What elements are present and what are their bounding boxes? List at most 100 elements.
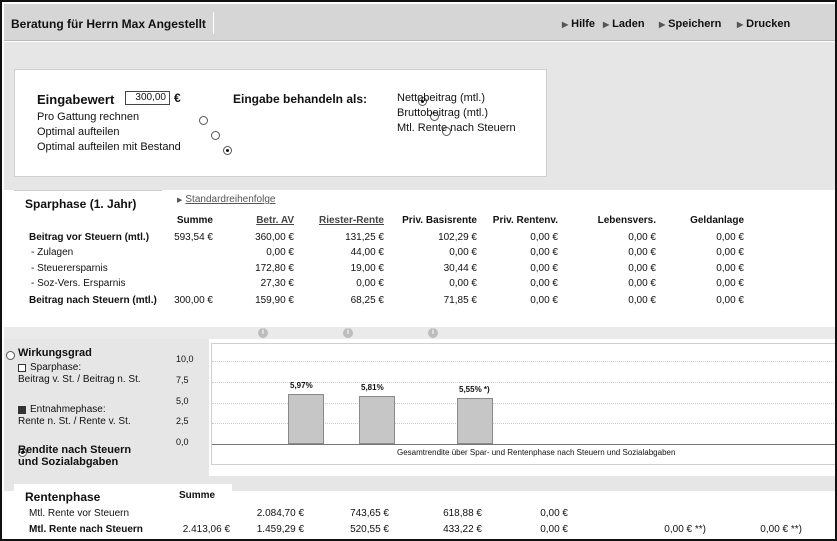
table-cell: 0,00 € [540,508,568,519]
option-rente-nach-steuern-label: Mtl. Rente nach Steuern [397,122,516,134]
table-cell: 300,00 € [174,295,213,306]
sparphase-title: Sparphase (1. Jahr) [25,197,137,211]
bar-betr-av [288,394,324,444]
option-bruttobeitrag-label: Bruttobeitrag (mtl.) [397,107,489,119]
info-icon[interactable]: i [428,328,438,338]
bar-riester-rente [359,395,395,444]
radio-optimal-bestand[interactable] [223,145,233,155]
load-button[interactable]: ▶ Laden [603,18,645,30]
sparphase-option-label: Sparphase: [30,362,82,373]
table-cell: 172,80 € [255,263,294,274]
bar-priv-basisrente [457,397,493,444]
header-riester[interactable]: Riester-Rente [305,215,384,226]
table-cell: 0,00 € [449,278,477,289]
table-cell: 0,00 € [628,295,656,306]
table-cell: 0,00 € **) [664,524,706,535]
table-cell: 27,30 € [260,278,294,289]
table-cell: 743,65 € [350,508,389,519]
rentenphase-tab[interactable]: Rentenphase Summe [14,484,232,506]
header-geldanlage: Geldanlage [690,215,744,226]
arrow-right-icon: ▶ [603,20,610,29]
print-button[interactable]: ▶ Drucken [737,18,790,30]
bar-value-label: 5,55% *) [459,384,490,394]
row-label: - Steuerersparnis [31,263,108,274]
arrow-right-icon: ▶ [659,20,666,29]
input-panel: Eingabewert 300,00 € Pro Gattung rechnen… [14,69,547,177]
gridline [212,444,835,445]
rentenphase-summe-header: Summe [179,490,216,501]
arrow-right-icon: ▶ [737,20,744,29]
eingabewert-input[interactable]: 300,00 [125,91,170,105]
table-cell: 0,00 € [716,295,744,306]
bar-value-label: 5,81% [361,382,384,392]
rendite-label-2: und Sozialabgaben [18,456,119,468]
y-tick-label: 2,5 [176,416,189,427]
table-cell: 0,00 € [628,278,656,289]
table-cell: 1.459,29 € [256,524,304,535]
behandeln-label: Eingabe behandeln als: [233,92,368,106]
option-nettobeitrag-label: Nettobeitrag (mtl.) [397,92,486,104]
title-separator [213,12,214,34]
square-filled-icon [18,406,26,414]
table-cell: 520,55 € [350,524,389,535]
table-cell: 0,00 € [716,232,744,243]
save-button[interactable]: ▶ Speichern [659,18,721,30]
header-lebensvers: Lebensvers. [597,215,656,226]
sparphase-option-desc: Beitrag v. St. / Beitrag n. St. [18,374,141,385]
radio-wirkungsgrad[interactable] [6,350,15,360]
entnahme-option-desc: Rente n. St. / Rente v. St. [18,416,131,427]
arrow-right-icon: ▶ [177,197,183,204]
table-cell: 0,00 € [266,247,294,258]
title-bar: Beratung für Herrn Max Angestellt ▶ Hilfe… [4,4,835,41]
table-cell: 2.413,06 € [182,524,230,535]
row-label: Beitrag vor Steuern (mtl.) [29,232,150,243]
rentenphase-title: Rentenphase [25,490,101,504]
table-cell: 0,00 € [628,263,656,274]
y-tick-label: 5,0 [176,395,189,406]
table-cell: 0,00 € [716,278,744,289]
header-betr-av[interactable]: Betr. AV [239,215,294,226]
standardreihenfolge-link[interactable]: ▶ Standardreihenfolge [177,194,275,205]
table-cell: 2.084,70 € [256,508,304,519]
info-icon[interactable]: i [343,328,353,338]
info-icon[interactable]: i [258,328,268,338]
table-cell: 30,44 € [443,263,477,274]
table-cell: 618,88 € [443,508,482,519]
table-cell: 0,00 € [530,295,558,306]
option-pro-gattung-label: Pro Gattung rechnen [37,111,140,123]
x-axis-label: Gesamtrendite über Spar- und Rentenphase… [397,448,676,457]
entnahme-option-label: Entnahmephase: [30,404,106,415]
table-cell: 0,00 € [449,247,477,258]
table-cell: 0,00 € [540,524,568,535]
table-cell: 0,00 € [530,232,558,243]
header-rentenv: Priv. Rentenv. [492,215,558,226]
row-label: Mtl. Rente vor Steuern [29,508,130,519]
table-cell: 0,00 € [716,247,744,258]
radio-optimal[interactable] [211,130,221,140]
rendite-label-1: Rendite nach Steuern [18,444,132,456]
table-cell: 71,85 € [443,295,477,306]
y-tick-label: 0,0 [176,437,189,447]
table-cell: 0,00 € [356,278,384,289]
gridline [212,361,835,362]
table-cell: 159,90 € [255,295,294,306]
option-optimal-label: Optimal aufteilen [37,126,120,138]
table-cell: 433,22 € [443,524,482,535]
table-cell: 19,00 € [350,263,384,274]
table-cell: 0,00 € **) [760,524,802,535]
table-cell: 102,29 € [438,232,477,243]
wirkungsgrad-label: Wirkungsgrad [18,347,92,359]
eingabewert-label: Eingabewert [37,92,115,107]
table-cell: 0,00 € [716,263,744,274]
header-basisrente: Priv. Basisrente [402,215,477,226]
radio-pro-gattung[interactable] [199,115,208,125]
table-cell: 593,54 € [174,232,213,243]
row-label: - Zulagen [31,247,74,258]
help-button[interactable]: ▶ Hilfe [562,18,595,30]
table-cell: 360,00 € [255,232,294,243]
y-tick-label: 7,5 [176,374,189,385]
table-cell: 44,00 € [350,247,384,258]
sparphase-tab[interactable]: Sparphase (1. Jahr) [14,190,162,213]
table-cell: 0,00 € [628,247,656,258]
table-cell: 0,00 € [530,247,558,258]
